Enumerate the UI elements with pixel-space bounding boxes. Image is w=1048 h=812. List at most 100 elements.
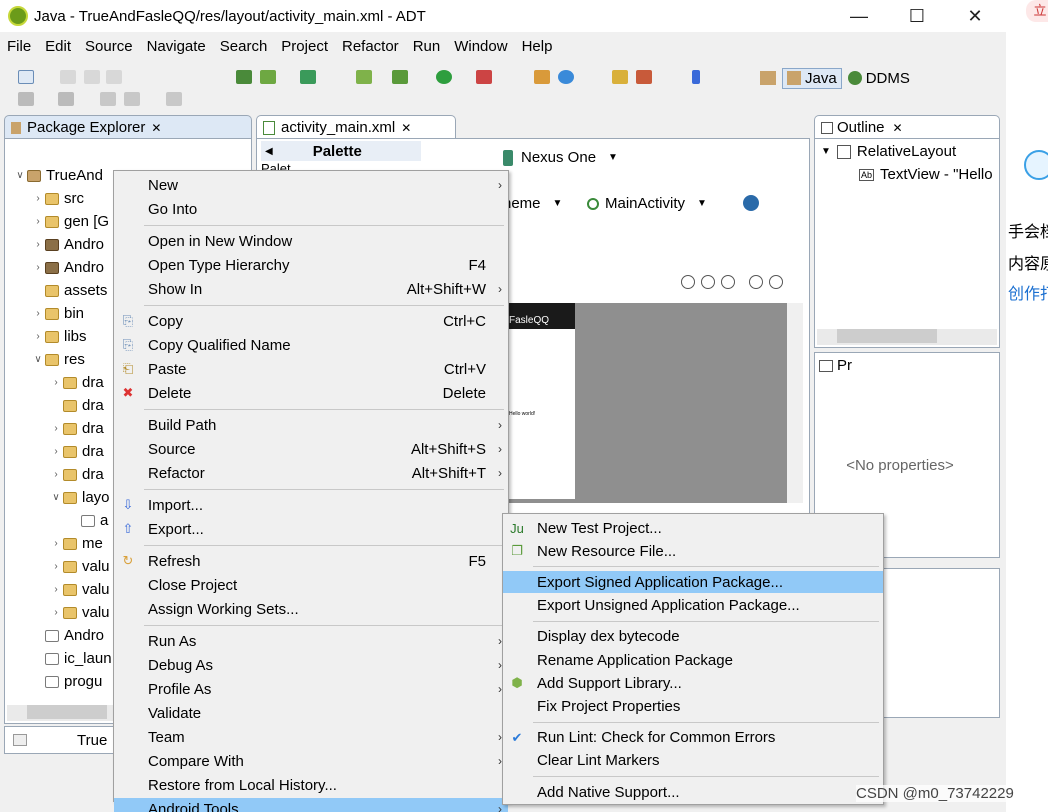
minimize-button[interactable]: — xyxy=(830,0,888,32)
tree-item[interactable]: ∨ TrueAnd xyxy=(13,164,103,187)
next-annotation-icon[interactable] xyxy=(18,92,34,106)
tree-item[interactable]: › gen [G xyxy=(31,210,109,233)
tab-outline[interactable]: Outline ✕ xyxy=(814,115,1000,139)
tree-item[interactable]: › valu xyxy=(49,578,109,601)
device-selector[interactable]: Nexus One ▼ xyxy=(503,149,618,166)
collapse-arrow-icon[interactable]: › xyxy=(31,308,45,319)
tree-item[interactable]: › dra xyxy=(49,371,103,394)
outline-child[interactable]: Ab TextView - "Hello xyxy=(859,166,993,183)
collapse-arrow-icon[interactable]: › xyxy=(49,584,63,595)
tree-item[interactable]: a xyxy=(67,509,108,532)
collapse-arrow-icon[interactable]: › xyxy=(49,423,63,434)
menu-item[interactable]: Clear Lint Markers xyxy=(503,750,883,772)
menu-item[interactable]: Team › xyxy=(114,726,508,748)
tab-properties[interactable]: Pr xyxy=(819,357,852,374)
palette-collapse-icon[interactable]: ◀ xyxy=(265,146,273,157)
menu-run[interactable]: Run xyxy=(406,38,448,55)
collapse-arrow-icon[interactable]: › xyxy=(31,331,45,342)
close-icon[interactable]: ✕ xyxy=(151,121,161,135)
open-type-icon[interactable] xyxy=(612,70,628,84)
scrollbar-thumb[interactable] xyxy=(837,329,937,343)
tree-item[interactable]: › Andro xyxy=(31,256,104,279)
menu-item[interactable]: Debug As › xyxy=(114,654,508,676)
tree-item[interactable]: assets xyxy=(31,279,107,302)
new-android-file-icon[interactable] xyxy=(356,70,372,84)
outline-scrollbar[interactable] xyxy=(817,329,997,345)
menu-item[interactable]: ❐ New Resource File... xyxy=(503,540,883,562)
vertical-scrollbar[interactable] xyxy=(787,303,803,503)
zoom-in-icon[interactable] xyxy=(769,275,783,289)
menu-item[interactable]: Display dex bytecode xyxy=(503,626,883,648)
maximize-button[interactable]: ☐ xyxy=(888,0,946,32)
menu-item[interactable]: New › xyxy=(114,174,508,196)
zoom-100-icon[interactable] xyxy=(721,275,735,289)
debug-icon[interactable] xyxy=(392,70,408,84)
tree-item[interactable]: › valu xyxy=(49,555,109,578)
tab-activity-main[interactable]: activity_main.xml ✕ xyxy=(256,115,456,139)
collapse-arrow-icon[interactable]: › xyxy=(31,239,45,250)
menu-item[interactable]: ⎘ Copy Ctrl+C xyxy=(114,310,508,332)
menu-source[interactable]: Source xyxy=(78,38,140,55)
tree-item[interactable]: › valu xyxy=(49,601,109,624)
collapse-arrow-icon[interactable]: › xyxy=(49,607,63,618)
menu-item[interactable]: Export Unsigned Application Package... xyxy=(503,595,883,617)
palette-header[interactable]: ◀ Palette xyxy=(261,141,421,161)
collapse-arrow-icon[interactable]: › xyxy=(49,561,63,572)
locale-globe-icon[interactable] xyxy=(743,195,759,211)
menu-item[interactable]: ⎗ Paste Ctrl+V xyxy=(114,358,508,380)
search-icon[interactable] xyxy=(636,70,652,84)
menu-item[interactable]: Build Path › xyxy=(114,414,508,436)
zoom-real-icon[interactable] xyxy=(701,275,715,289)
menu-item[interactable]: ⬢ Add Support Library... xyxy=(503,672,883,694)
tree-item[interactable]: progu xyxy=(31,670,102,693)
menu-item[interactable]: Refactor Alt+Shift+T › xyxy=(114,462,508,484)
expand-arrow-icon[interactable]: ∨ xyxy=(49,492,63,503)
close-icon[interactable]: ✕ xyxy=(893,121,903,135)
expand-arrow-icon[interactable]: ∨ xyxy=(13,170,27,181)
open-perspective-icon[interactable] xyxy=(760,71,776,85)
tree-item[interactable]: › me xyxy=(49,532,103,555)
menu-item[interactable]: Run As › xyxy=(114,630,508,652)
menu-item[interactable]: ⎘ Copy Qualified Name xyxy=(114,334,508,356)
menu-project[interactable]: Project xyxy=(274,38,335,55)
menu-item[interactable]: ✔ Run Lint: Check for Common Errors xyxy=(503,727,883,749)
zoom-fit-icon[interactable] xyxy=(681,275,695,289)
collapse-arrow-icon[interactable]: › xyxy=(49,469,63,480)
tree-item[interactable]: ic_laun xyxy=(31,647,112,670)
menu-navigate[interactable]: Navigate xyxy=(140,38,213,55)
menu-item[interactable]: Close Project xyxy=(114,574,508,596)
forward-icon[interactable] xyxy=(166,92,182,106)
chevron-down-icon[interactable]: ▼ xyxy=(821,146,831,157)
menu-item[interactable]: Ju New Test Project... xyxy=(503,517,883,539)
tree-item[interactable]: dra xyxy=(49,394,104,417)
back-icon[interactable] xyxy=(100,92,116,106)
menu-item[interactable]: Compare With › xyxy=(114,750,508,772)
menu-item[interactable]: Assign Working Sets... xyxy=(114,598,508,620)
scrollbar-thumb[interactable] xyxy=(27,705,107,719)
menu-item[interactable]: Add Native Support... xyxy=(503,781,883,803)
tab-package-explorer[interactable]: Package Explorer ✕ xyxy=(4,115,252,139)
tree-item[interactable]: › dra xyxy=(49,417,103,440)
menu-item[interactable]: Validate xyxy=(114,702,508,724)
tree-item[interactable]: › dra xyxy=(49,440,103,463)
save-icon[interactable] xyxy=(60,70,76,84)
pin-icon[interactable] xyxy=(692,70,700,84)
perspective-java[interactable]: Java xyxy=(782,67,842,89)
menu-item[interactable]: Show In Alt+Shift+W › xyxy=(114,278,508,300)
expand-arrow-icon[interactable]: ∨ xyxy=(31,354,45,365)
menu-help[interactable]: Help xyxy=(515,38,560,55)
menu-item[interactable]: Open Type Hierarchy F4 xyxy=(114,254,508,276)
close-icon[interactable]: ✕ xyxy=(401,121,411,135)
menu-item[interactable]: ⇩ Import... xyxy=(114,494,508,516)
tree-item[interactable]: › Andro xyxy=(31,233,104,256)
perspective-ddms[interactable]: DDMS xyxy=(847,70,910,87)
tree-item[interactable]: › dra xyxy=(49,463,103,486)
theme-selector[interactable]: neme ▼ xyxy=(503,195,562,212)
menu-search[interactable]: Search xyxy=(213,38,275,55)
menu-item[interactable]: Source Alt+Shift+S › xyxy=(114,438,508,460)
menu-item[interactable]: Restore from Local History... xyxy=(114,774,508,796)
tree-item[interactable]: › src xyxy=(31,187,84,210)
menu-item[interactable]: ✖ Delete Delete xyxy=(114,382,508,404)
new-class-icon[interactable] xyxy=(558,70,574,84)
activity-selector[interactable]: MainActivity ▼ xyxy=(587,195,707,212)
